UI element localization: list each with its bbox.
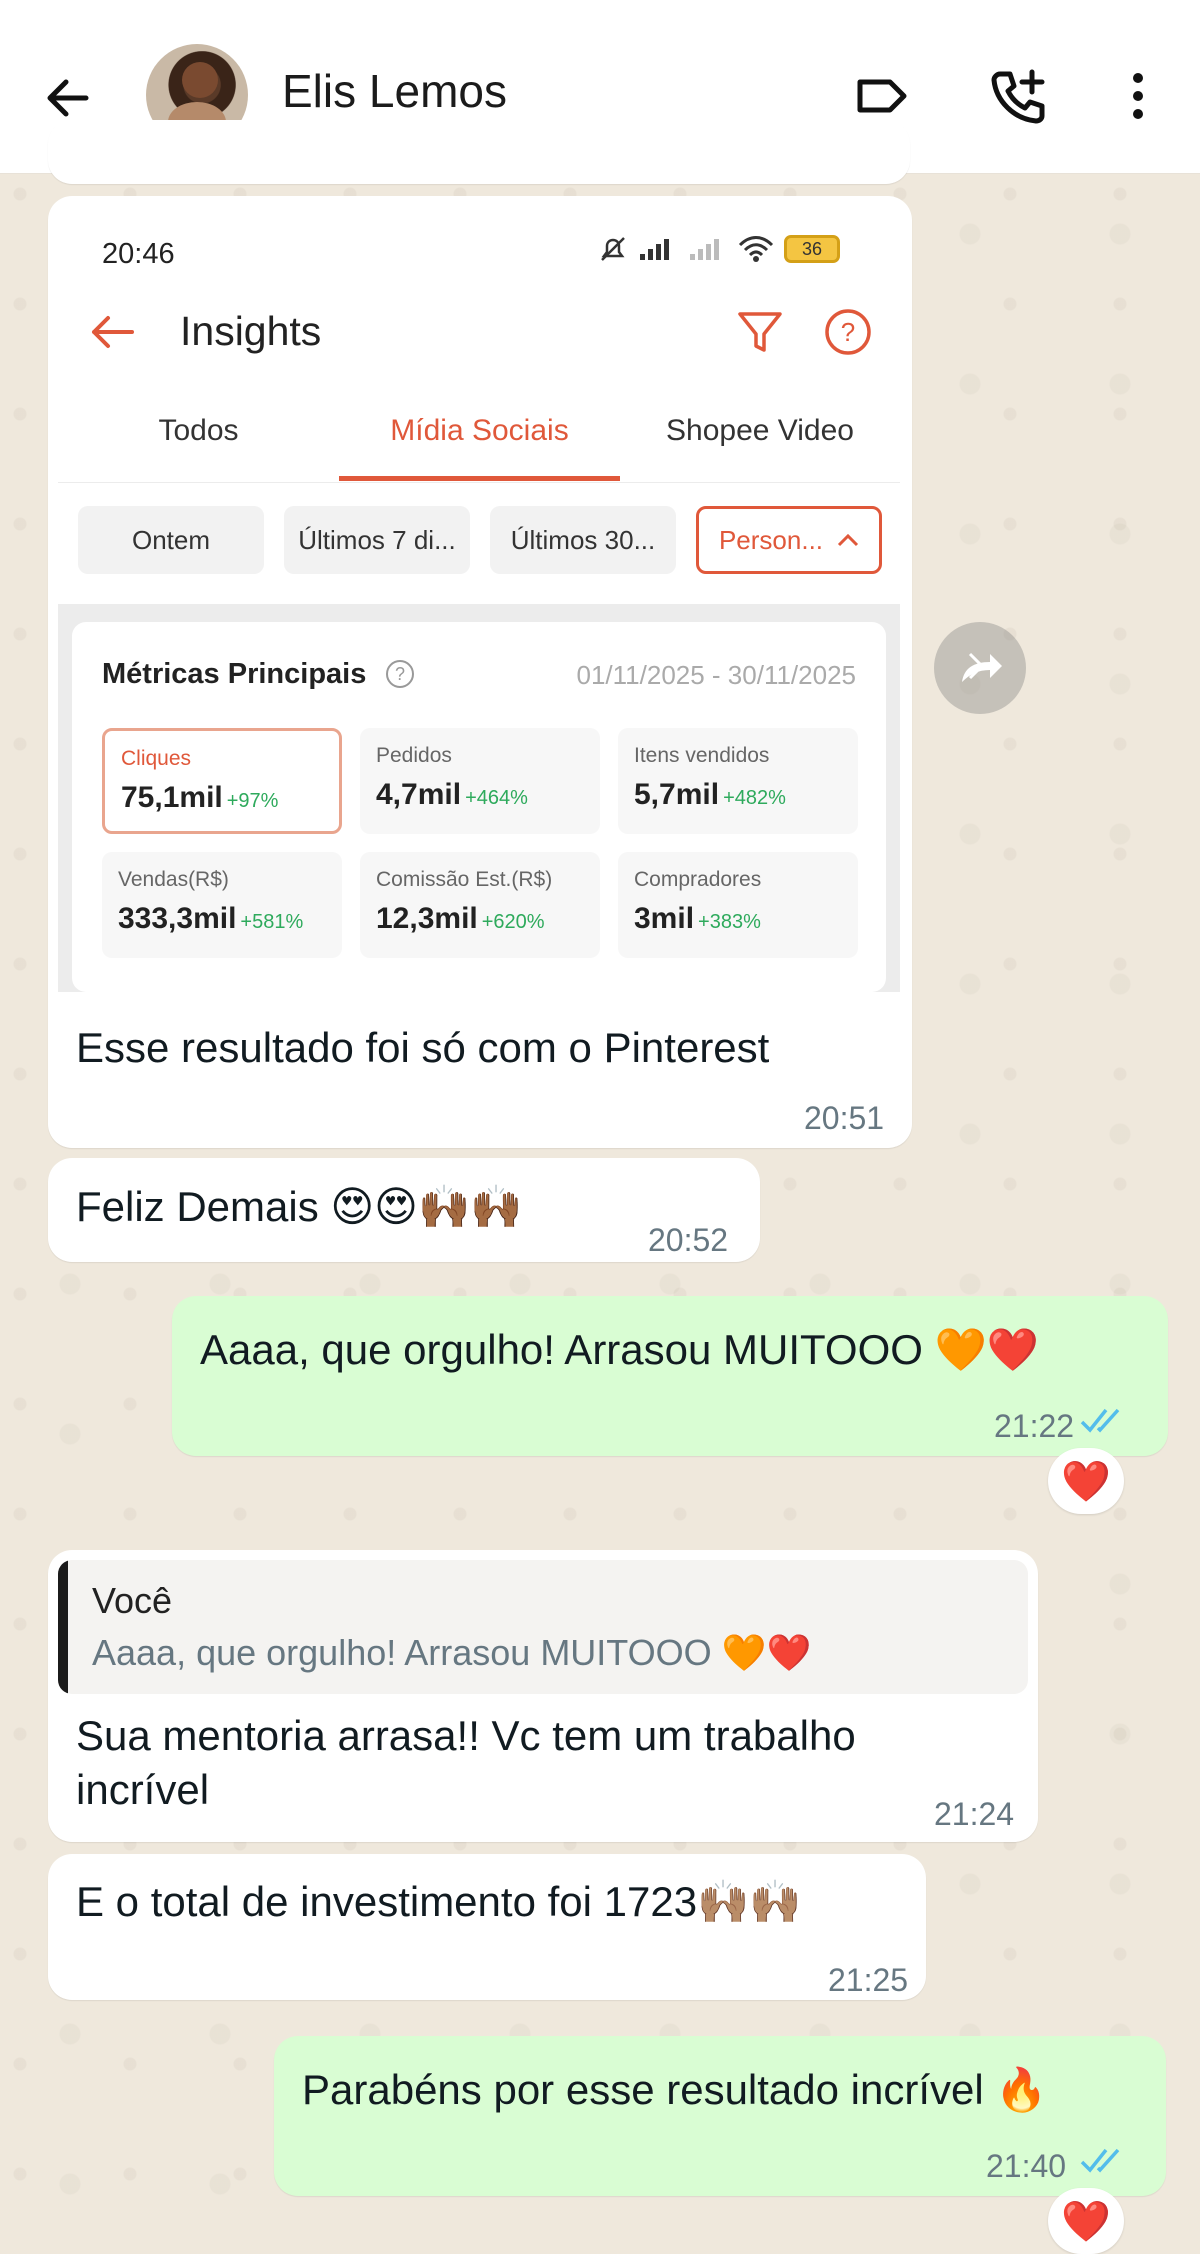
- mute-icon: [601, 237, 625, 261]
- tab-shopee-video: Shopee Video: [666, 414, 854, 447]
- metric-delta: +482%: [723, 787, 786, 809]
- metric-delta: +620%: [481, 911, 545, 933]
- metric-cliques: Cliques 75,1mil +97%: [102, 728, 342, 834]
- tab-divider: [58, 482, 900, 483]
- metric-value-number: 12,3mil: [376, 902, 478, 935]
- add-call-icon[interactable]: [988, 66, 1048, 126]
- metric-label: Itens vendidos: [634, 744, 770, 767]
- metric-compradores: Compradores 3mil +383%: [618, 852, 858, 958]
- chip-ultimos-30: Últimos 30...: [490, 506, 676, 574]
- message-text-line1: Sua mentoria arrasa!! Vc tem um trabalho: [76, 1712, 856, 1759]
- metrics-date-range: 01/11/2025 - 30/11/2025: [576, 660, 857, 690]
- message-text: Aaaa, que orgulho! Arrasou MUITOOO 🧡❤️: [200, 1326, 1040, 1373]
- reaction-badge[interactable]: ❤️: [1048, 1448, 1124, 1514]
- insights-title: Insights: [180, 308, 322, 354]
- metric-label: Comissão Est.(R$): [376, 868, 553, 891]
- metric-itens-vendidos: Itens vendidos 5,7mil +482%: [618, 728, 858, 834]
- status-bar-time: 20:46: [102, 238, 175, 270]
- quote-author: Você: [92, 1580, 173, 1621]
- read-receipt-icon: [1080, 1408, 1120, 1433]
- metric-delta: +464%: [465, 787, 528, 809]
- metric-comissao: Comissão Est.(R$) 12,3mil +620%: [360, 852, 600, 958]
- metrics-area: Métricas Principais ? 01/11/2025 - 30/11…: [58, 604, 900, 992]
- metrics-help-icon: ?: [386, 660, 414, 688]
- message-time: 21:22: [994, 1408, 1075, 1444]
- chip-ultimos-7: Últimos 7 di...: [284, 506, 470, 574]
- message-text: Esse resultado foi só com o Pinterest: [76, 1024, 770, 1071]
- quoted-message[interactable]: Você Aaaa, que orgulho! Arrasou MUITOOO …: [58, 1560, 1028, 1694]
- back-arrow-icon[interactable]: [40, 70, 96, 126]
- shared-screenshot-image[interactable]: 20:46 36 Insights ? Todos Mídia Sociais …: [58, 204, 900, 992]
- message-time: 20:52: [648, 1222, 729, 1258]
- read-receipt-icon: [1080, 2148, 1120, 2173]
- tab-todos: Todos: [158, 414, 239, 447]
- signal-2-icon: [690, 239, 719, 260]
- message-text-line2: incrível: [76, 1766, 210, 1813]
- metric-label: Cliques: [121, 747, 192, 770]
- metric-label: Compradores: [634, 868, 762, 891]
- message-time: 20:51: [804, 1100, 885, 1136]
- metric-value: 4,7mil +464%: [376, 778, 528, 812]
- chip-personalizado: Person...: [696, 506, 882, 574]
- svg-text:?: ?: [841, 317, 855, 347]
- more-options-icon[interactable]: [1108, 66, 1168, 126]
- metric-value-number: 75,1mil: [121, 781, 223, 814]
- tab-midia-sociais: Mídia Sociais: [390, 414, 569, 447]
- chip-ontem: Ontem: [78, 506, 264, 574]
- message-text: Parabéns por esse resultado incrível 🔥: [302, 2066, 1048, 2113]
- chevron-up-icon: [837, 533, 859, 547]
- message-time: 21:24: [934, 1796, 1015, 1832]
- battery-icon: 36: [784, 235, 840, 263]
- signal-icon: [640, 239, 669, 260]
- message-text: Feliz Demais 😍😍🙌🏾🙌🏾: [76, 1183, 523, 1230]
- status-bar-icons: 36: [598, 234, 840, 264]
- metric-delta: +581%: [240, 911, 304, 933]
- metric-value: 333,3mil +581%: [118, 902, 303, 936]
- metric-value: 12,3mil +620%: [376, 902, 545, 936]
- quote-bar: [58, 1560, 68, 1694]
- previous-message-bubble[interactable]: [48, 120, 910, 184]
- metric-value-number: 5,7mil: [634, 778, 720, 811]
- metric-delta: +97%: [226, 790, 279, 812]
- message-time: 21:40: [986, 2148, 1067, 2184]
- metric-delta: +383%: [698, 911, 761, 933]
- metric-value-number: 4,7mil: [376, 778, 462, 811]
- message-text: E o total de investimento foi 1723🙌🏽🙌🏽: [76, 1878, 802, 1925]
- incoming-message-bubble[interactable]: [48, 1854, 926, 2000]
- metric-value-number: 333,3mil: [118, 902, 237, 935]
- metric-label: Vendas(R$): [118, 868, 229, 891]
- metric-value: 5,7mil +482%: [634, 778, 786, 812]
- chip-personalizado-label: Person...: [718, 524, 824, 555]
- metrics-title: Métricas Principais: [102, 658, 367, 690]
- wifi-icon: [738, 236, 774, 262]
- label-icon[interactable]: [852, 66, 912, 126]
- insights-back-arrow-icon: [92, 316, 134, 348]
- metric-label: Pedidos: [376, 744, 452, 767]
- active-tab-indicator: [339, 476, 620, 481]
- metric-vendas: Vendas(R$) 333,3mil +581%: [102, 852, 342, 958]
- help-icon: ?: [825, 309, 871, 355]
- forward-button[interactable]: [934, 622, 1026, 714]
- quote-text: Aaaa, que orgulho! Arrasou MUITOOO 🧡❤️: [92, 1632, 812, 1673]
- forward-icon: [962, 652, 1002, 682]
- metric-value: 3mil +383%: [634, 902, 761, 936]
- contact-name[interactable]: Elis Lemos: [282, 64, 507, 118]
- metrics-card: Métricas Principais ? 01/11/2025 - 30/11…: [72, 622, 886, 992]
- filter-icon: [738, 312, 782, 352]
- metric-value: 75,1mil +97%: [121, 781, 278, 815]
- metric-pedidos: Pedidos 4,7mil +464%: [360, 728, 600, 834]
- reaction-badge[interactable]: ❤️: [1048, 2188, 1124, 2254]
- metric-value-number: 3mil: [634, 902, 695, 935]
- message-time: 21:25: [828, 1962, 909, 1998]
